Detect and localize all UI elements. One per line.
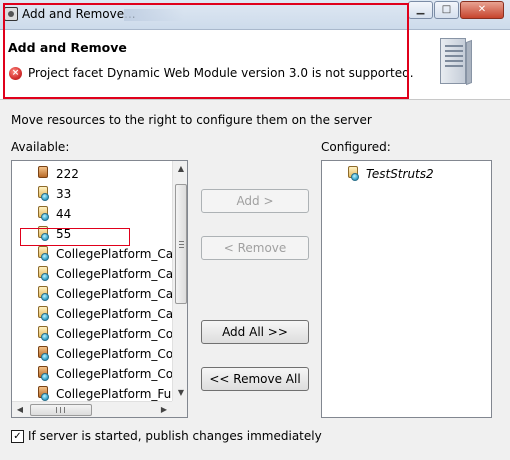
scroll-down-icon[interactable]: ▼ [173,385,187,401]
add-button[interactable]: Add > [201,189,309,213]
error-message: Project facet Dynamic Web Module version… [28,66,414,80]
web-project-icon [36,186,50,201]
scroll-up-icon[interactable]: ▲ [173,161,187,177]
scroll-right-icon[interactable]: ▶ [156,402,172,417]
list-item[interactable]: 33 [36,185,71,204]
dialog-header: Add and Remove × Project facet Dynamic W… [0,30,510,100]
list-item[interactable]: CollegePlatform_Ca [36,245,173,264]
title-blur-overlay [124,9,184,21]
configured-label: Configured: [321,140,391,154]
add-all-button[interactable]: Add All >> [201,320,309,344]
vertical-scroll-thumb[interactable] [175,184,187,304]
list-item[interactable]: TestStruts2 [346,165,434,184]
title-bar: Add and Remove... ▁ □ ✕ [0,0,510,30]
web-project-icon [36,326,50,341]
publish-checkbox-label: If server is started, publish changes im… [28,429,322,443]
web-project-icon [36,206,50,221]
jar-project-icon [36,346,50,361]
list-item[interactable]: 222 [36,165,79,184]
jar-project-icon [36,166,50,181]
list-item[interactable]: 44 [36,205,71,224]
close-button[interactable]: ✕ [460,1,504,19]
maximize-button[interactable]: □ [434,1,459,19]
available-label: Available: [11,140,70,154]
eclipse-app-icon [4,7,18,21]
publish-checkbox[interactable]: ✓ [11,430,24,443]
list-item[interactable]: CollegePlatform_Ca [36,305,173,324]
remove-all-button[interactable]: << Remove All [201,367,309,391]
list-item[interactable]: CollegePlatform_Co [36,345,173,364]
web-project-icon [36,246,50,261]
available-list[interactable]: 222 33 44 55 CollegePlatform_Ca CollegeP… [11,160,188,418]
minimize-button[interactable]: ▁ [408,1,433,19]
window-title: Add and Remove... [22,7,136,21]
scroll-left-icon[interactable]: ◀ [12,402,28,417]
list-item[interactable]: CollegePlatform_Ca [36,285,173,304]
remove-button[interactable]: < Remove [201,236,309,260]
header-title: Add and Remove [8,40,127,55]
horizontal-scrollbar[interactable]: ◀ ▶ [12,401,172,417]
jar-project-icon [36,366,50,381]
list-item[interactable]: CollegePlatform_Co [36,365,173,384]
web-project-icon [36,266,50,281]
jar-project-icon [36,386,50,401]
configured-list[interactable]: TestStruts2 [321,160,492,418]
instruction-text: Move resources to the right to configure… [11,113,372,127]
web-project-icon [36,286,50,301]
list-item[interactable]: CollegePlatform_Ca [36,265,173,284]
vertical-scrollbar[interactable]: ▲ ▼ [172,161,187,401]
web-project-icon [346,166,360,181]
web-project-icon [36,226,50,241]
list-item[interactable]: CollegePlatform_Co [36,325,173,344]
scroll-corner [172,401,187,417]
web-project-icon [36,306,50,321]
list-item[interactable]: 55 [36,225,71,244]
server-icon [440,38,474,88]
error-icon: × [9,67,22,80]
horizontal-scroll-thumb[interactable] [30,404,92,416]
